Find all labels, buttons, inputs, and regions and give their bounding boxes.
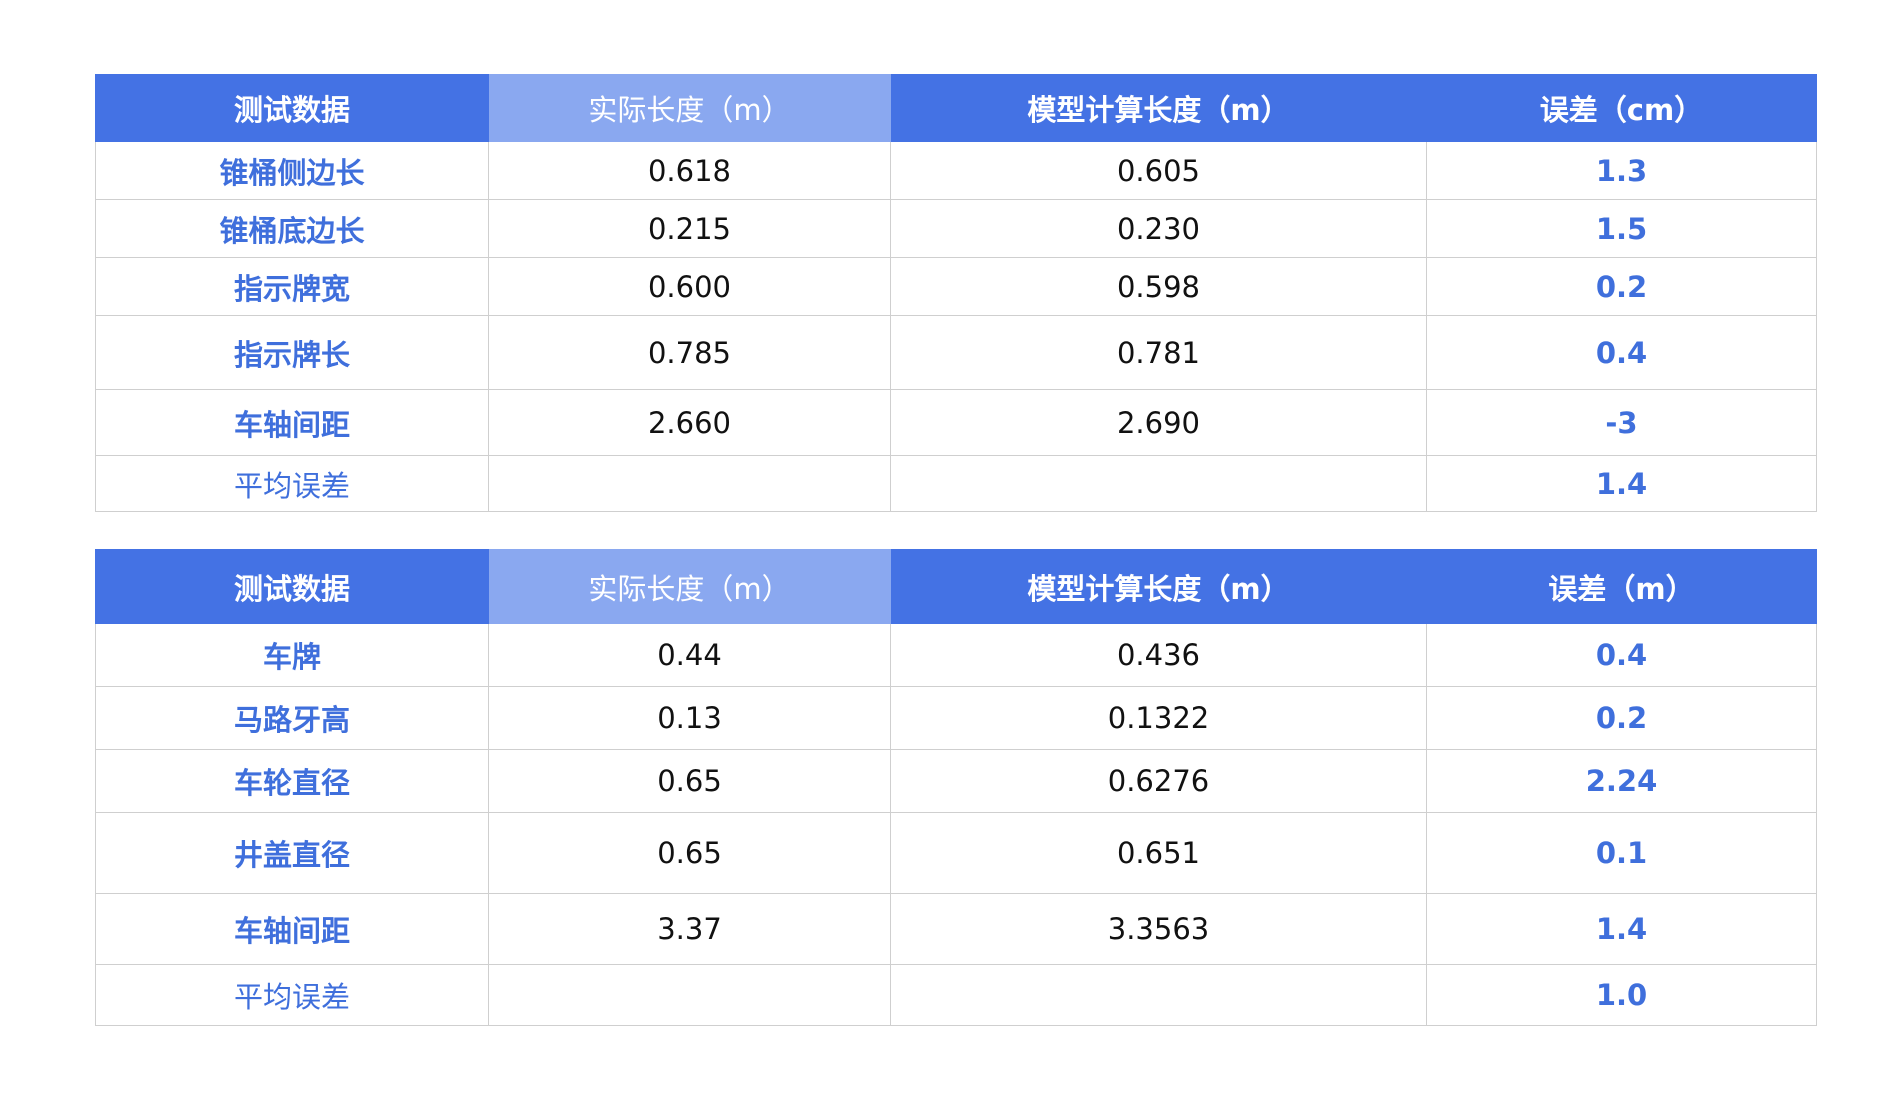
table-row: 锥桶侧边长 0.618 0.605 1.3: [95, 141, 1817, 200]
summary-row: 平均误差 1.0: [95, 964, 1817, 1026]
error-cell: 1.4: [1426, 893, 1817, 965]
model-length-cell: 0.436: [890, 623, 1427, 687]
row-label: 锥桶底边长: [95, 199, 489, 258]
model-length-cell: 0.598: [890, 257, 1427, 316]
actual-length-cell: [488, 964, 891, 1026]
model-length-cell: 0.651: [890, 812, 1427, 894]
error-cell: 0.4: [1426, 315, 1817, 390]
row-label: 指示牌宽: [95, 257, 489, 316]
row-label: 车牌: [95, 623, 489, 687]
table-row: 马路牙高 0.13 0.1322 0.2: [95, 686, 1817, 750]
model-length-cell: 0.230: [890, 199, 1427, 258]
measurement-table-1: 测试数据 实际长度（m） 模型计算长度（m） 误差（cm） 锥桶侧边长 0.61…: [95, 74, 1817, 512]
summary-row: 平均误差 1.4: [95, 455, 1817, 512]
actual-length-cell: 0.65: [488, 749, 891, 813]
row-label: 车轴间距: [95, 893, 489, 965]
header-error: 误差（m）: [1426, 549, 1817, 624]
error-cell: 0.1: [1426, 812, 1817, 894]
error-cell: 2.24: [1426, 749, 1817, 813]
average-error-cell: 1.4: [1426, 455, 1817, 512]
error-cell: 0.4: [1426, 623, 1817, 687]
actual-length-cell: 0.65: [488, 812, 891, 894]
actual-length-cell: 0.600: [488, 257, 891, 316]
average-error-cell: 1.0: [1426, 964, 1817, 1026]
error-cell: 0.2: [1426, 686, 1817, 750]
measurement-table-2: 测试数据 实际长度（m） 模型计算长度（m） 误差（m） 车牌 0.44 0.4…: [95, 549, 1817, 1026]
table-header-row: 测试数据 实际长度（m） 模型计算长度（m） 误差（cm）: [95, 74, 1817, 142]
row-label: 井盖直径: [95, 812, 489, 894]
header-error: 误差（cm）: [1426, 74, 1817, 142]
header-test-data: 测试数据: [95, 74, 489, 142]
row-label: 车轮直径: [95, 749, 489, 813]
table-row: 指示牌宽 0.600 0.598 0.2: [95, 257, 1817, 316]
table-header-row: 测试数据 实际长度（m） 模型计算长度（m） 误差（m）: [95, 549, 1817, 624]
row-label: 锥桶侧边长: [95, 141, 489, 200]
header-actual-length: 实际长度（m）: [488, 74, 891, 142]
model-length-cell: [890, 964, 1427, 1026]
table-row: 车牌 0.44 0.436 0.4: [95, 623, 1817, 687]
header-actual-length: 实际长度（m）: [488, 549, 891, 624]
actual-length-cell: 2.660: [488, 389, 891, 456]
summary-label: 平均误差: [95, 455, 489, 512]
actual-length-cell: 0.44: [488, 623, 891, 687]
actual-length-cell: [488, 455, 891, 512]
actual-length-cell: 0.618: [488, 141, 891, 200]
actual-length-cell: 0.13: [488, 686, 891, 750]
actual-length-cell: 0.785: [488, 315, 891, 390]
model-length-cell: 0.605: [890, 141, 1427, 200]
model-length-cell: 0.781: [890, 315, 1427, 390]
model-length-cell: 0.1322: [890, 686, 1427, 750]
row-label: 马路牙高: [95, 686, 489, 750]
model-length-cell: 2.690: [890, 389, 1427, 456]
header-model-length: 模型计算长度（m）: [890, 74, 1427, 142]
table-row: 指示牌长 0.785 0.781 0.4: [95, 315, 1817, 390]
table-row: 车轴间距 2.660 2.690 -3: [95, 389, 1817, 456]
row-label: 指示牌长: [95, 315, 489, 390]
summary-label: 平均误差: [95, 964, 489, 1026]
model-length-cell: 0.6276: [890, 749, 1427, 813]
error-cell: -3: [1426, 389, 1817, 456]
table-row: 井盖直径 0.65 0.651 0.1: [95, 812, 1817, 894]
error-cell: 0.2: [1426, 257, 1817, 316]
table-row: 锥桶底边长 0.215 0.230 1.5: [95, 199, 1817, 258]
error-cell: 1.5: [1426, 199, 1817, 258]
table-row: 车轴间距 3.37 3.3563 1.4: [95, 893, 1817, 965]
model-length-cell: 3.3563: [890, 893, 1427, 965]
header-model-length: 模型计算长度（m）: [890, 549, 1427, 624]
row-label: 车轴间距: [95, 389, 489, 456]
actual-length-cell: 3.37: [488, 893, 891, 965]
model-length-cell: [890, 455, 1427, 512]
header-test-data: 测试数据: [95, 549, 489, 624]
table-row: 车轮直径 0.65 0.6276 2.24: [95, 749, 1817, 813]
error-cell: 1.3: [1426, 141, 1817, 200]
actual-length-cell: 0.215: [488, 199, 891, 258]
